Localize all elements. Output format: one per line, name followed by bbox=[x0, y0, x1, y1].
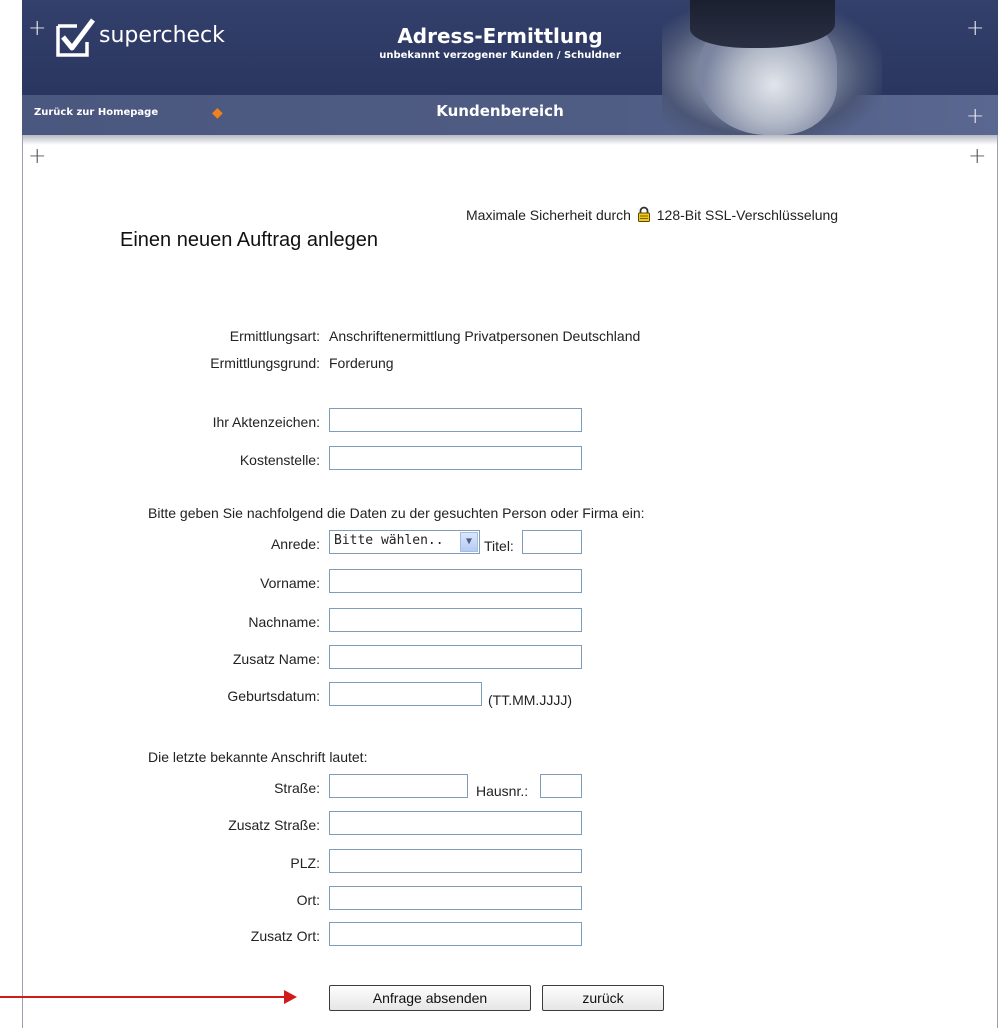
logo-text: supercheck bbox=[99, 23, 225, 48]
zusatz-name-label: Zusatz Name: bbox=[232, 651, 320, 667]
plus-icon: + bbox=[966, 104, 985, 129]
ssl-note-suffix: 128-Bit SSL-Verschlüsselung bbox=[656, 207, 839, 223]
plz-label: PLZ: bbox=[290, 855, 320, 871]
ort-label: Ort: bbox=[296, 892, 320, 908]
nachname-label: Nachname: bbox=[248, 614, 320, 630]
aktenzeichen-label: Ihr Aktenzeichen: bbox=[212, 414, 320, 430]
zusatz-strasse-field[interactable] bbox=[329, 811, 582, 835]
plz-field[interactable] bbox=[329, 849, 582, 873]
zusatz-name-field[interactable] bbox=[329, 645, 582, 669]
plus-icon: + bbox=[28, 144, 47, 169]
back-button[interactable]: zurück bbox=[542, 985, 664, 1011]
address-intro-text: Die letzte bekannte Anschrift lautet: bbox=[148, 749, 368, 765]
content-border-left bbox=[22, 135, 23, 1028]
hausnr-label: Hausnr.: bbox=[476, 783, 529, 799]
nachname-field[interactable] bbox=[329, 608, 582, 632]
plus-icon: + bbox=[28, 16, 47, 41]
geburtsdatum-label: Geburtsdatum: bbox=[227, 688, 320, 704]
zusatz-ort-label: Zusatz Ort: bbox=[250, 928, 320, 944]
zusatz-ort-field[interactable] bbox=[329, 922, 582, 946]
section-title: Kundenbereich bbox=[436, 102, 564, 120]
ermittlungsart-value: Anschriftenermittlung Privatpersonen Deu… bbox=[329, 328, 641, 344]
ermittlungsgrund-label: Ermittlungsgrund: bbox=[210, 355, 320, 371]
header-subtitle: unbekannt verzogener Kunden / Schuldner bbox=[379, 50, 621, 61]
arrow-right-icon bbox=[284, 990, 297, 1004]
checkbox-logo-icon bbox=[56, 18, 95, 57]
anrede-selected-value: Bitte wählen.. bbox=[334, 533, 444, 548]
anrede-label: Anrede: bbox=[270, 536, 320, 552]
titel-field[interactable] bbox=[522, 530, 582, 554]
geburtsdatum-hint: (TT.MM.JJJJ) bbox=[488, 692, 572, 708]
hausnr-field[interactable] bbox=[540, 774, 582, 798]
strasse-field[interactable] bbox=[329, 774, 468, 798]
geburtsdatum-field[interactable] bbox=[329, 682, 482, 706]
submit-request-button[interactable]: Anfrage absenden bbox=[329, 985, 531, 1011]
strasse-label: Straße: bbox=[274, 780, 320, 796]
anrede-select[interactable]: Bitte wählen.. ▼ bbox=[329, 530, 480, 554]
chevron-down-icon[interactable]: ▼ bbox=[460, 532, 478, 552]
vorname-field[interactable] bbox=[329, 569, 582, 593]
ssl-security-note: Maximale Sicherheit durch 128-Bit SSL-Ve… bbox=[466, 206, 838, 223]
plus-icon: + bbox=[968, 144, 987, 169]
ort-field[interactable] bbox=[329, 886, 582, 910]
kostenstelle-label: Kostenstelle: bbox=[239, 452, 320, 468]
plus-icon: + bbox=[966, 16, 985, 41]
content-border-right bbox=[997, 135, 998, 1028]
ermittlungsgrund-value: Forderung bbox=[329, 355, 394, 371]
supercheck-logo[interactable]: supercheck bbox=[55, 18, 255, 63]
header-portrait-hair bbox=[690, 0, 835, 48]
person-intro-text: Bitte geben Sie nachfolgend die Daten zu… bbox=[148, 505, 645, 521]
zusatz-strasse-label: Zusatz Straße: bbox=[228, 817, 320, 833]
lock-icon bbox=[637, 206, 650, 222]
ssl-note-prefix: Maximale Sicherheit durch bbox=[466, 207, 631, 223]
page-title: Einen neuen Auftrag anlegen bbox=[120, 229, 378, 251]
arrow-right-icon: ◆ bbox=[212, 104, 223, 120]
annotation-arrow-line bbox=[0, 996, 285, 998]
titel-label: Titel: bbox=[484, 538, 514, 554]
header-title: Adress-Ermittlung bbox=[397, 24, 603, 48]
ermittlungsart-label: Ermittlungsart: bbox=[229, 328, 320, 344]
back-to-homepage-link[interactable]: Zurück zur Homepage bbox=[34, 107, 158, 118]
vorname-label: Vorname: bbox=[260, 575, 320, 591]
kostenstelle-field[interactable] bbox=[329, 446, 582, 470]
aktenzeichen-field[interactable] bbox=[329, 408, 582, 432]
header-shadow bbox=[22, 135, 998, 145]
